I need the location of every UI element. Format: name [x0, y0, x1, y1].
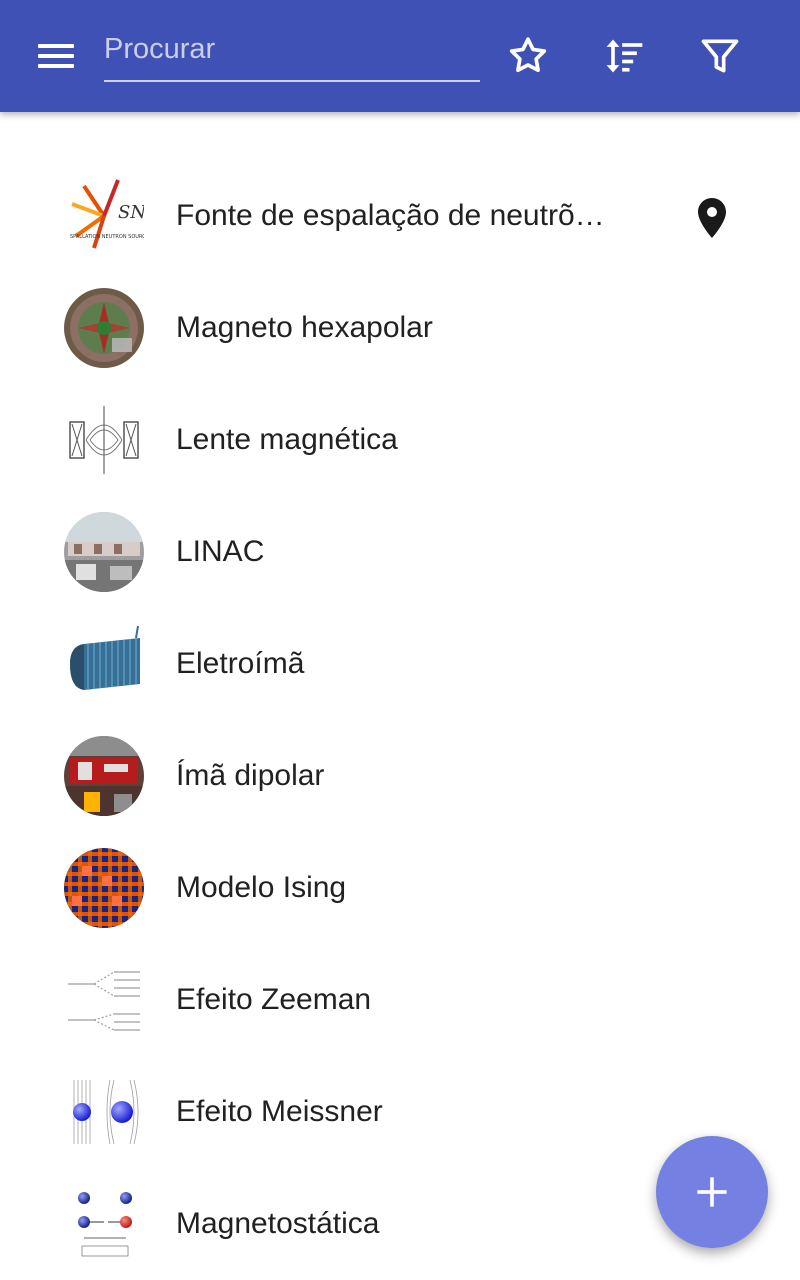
filter-icon — [701, 39, 739, 73]
menu-icon-line — [38, 54, 74, 58]
app-bar — [0, 0, 800, 112]
item-label: Ímã dipolar — [176, 759, 325, 792]
location-pin-icon[interactable] — [688, 194, 736, 242]
favorites-button[interactable] — [500, 28, 556, 84]
list-item[interactable]: Ímã dipolar — [0, 720, 800, 832]
add-button[interactable] — [656, 1136, 768, 1248]
sns-logo-icon: SNS SPALLATION NEUTRON SOURCE — [64, 176, 144, 256]
item-label: Modelo Ising — [176, 871, 347, 904]
meissner-diagram-icon — [64, 1072, 144, 1152]
menu-icon-line — [38, 44, 74, 48]
lens-diagram-icon — [64, 400, 144, 480]
list-item[interactable]: Eletroímã — [0, 608, 800, 720]
item-label: Eletroímã — [176, 647, 305, 680]
magnetostatics-diagram-icon — [64, 1184, 144, 1264]
item-label: LINAC — [176, 535, 265, 568]
coil-image-icon — [64, 624, 144, 704]
magnet-photo-icon — [64, 288, 144, 368]
linac-photo-icon — [64, 512, 144, 592]
list-item[interactable]: SNS SPALLATION NEUTRON SOURCE Fonte de e… — [0, 160, 800, 272]
list-item[interactable]: Efeito Zeeman — [0, 944, 800, 1056]
item-label: Magnetostática — [176, 1207, 380, 1240]
svg-text:SNS: SNS — [118, 202, 144, 223]
list-item[interactable]: Modelo Ising — [0, 832, 800, 944]
list-item[interactable]: LINAC — [0, 496, 800, 608]
svg-text:SPALLATION NEUTRON SOURCE: SPALLATION NEUTRON SOURCE — [70, 234, 144, 240]
menu-icon-line — [38, 64, 74, 68]
filter-button[interactable] — [692, 28, 748, 84]
item-label: Efeito Zeeman — [176, 983, 372, 1016]
item-label: Magneto hexapolar — [176, 311, 433, 344]
ising-lattice-icon — [64, 848, 144, 928]
item-label: Efeito Meissner — [176, 1095, 383, 1128]
dipole-photo-icon — [64, 736, 144, 816]
menu-button[interactable] — [28, 32, 84, 80]
star-icon — [509, 37, 547, 73]
plus-icon — [697, 1177, 727, 1207]
zeeman-diagram-icon — [64, 960, 144, 1040]
search-input[interactable] — [104, 26, 480, 82]
item-label: Fonte de espalação de neutrõ… — [176, 199, 605, 232]
list-item[interactable]: Lente magnética — [0, 384, 800, 496]
sort-button[interactable] — [596, 28, 652, 84]
item-label: Lente magnética — [176, 423, 398, 456]
sort-icon — [606, 39, 643, 73]
list-item[interactable]: Magneto hexapolar — [0, 272, 800, 384]
